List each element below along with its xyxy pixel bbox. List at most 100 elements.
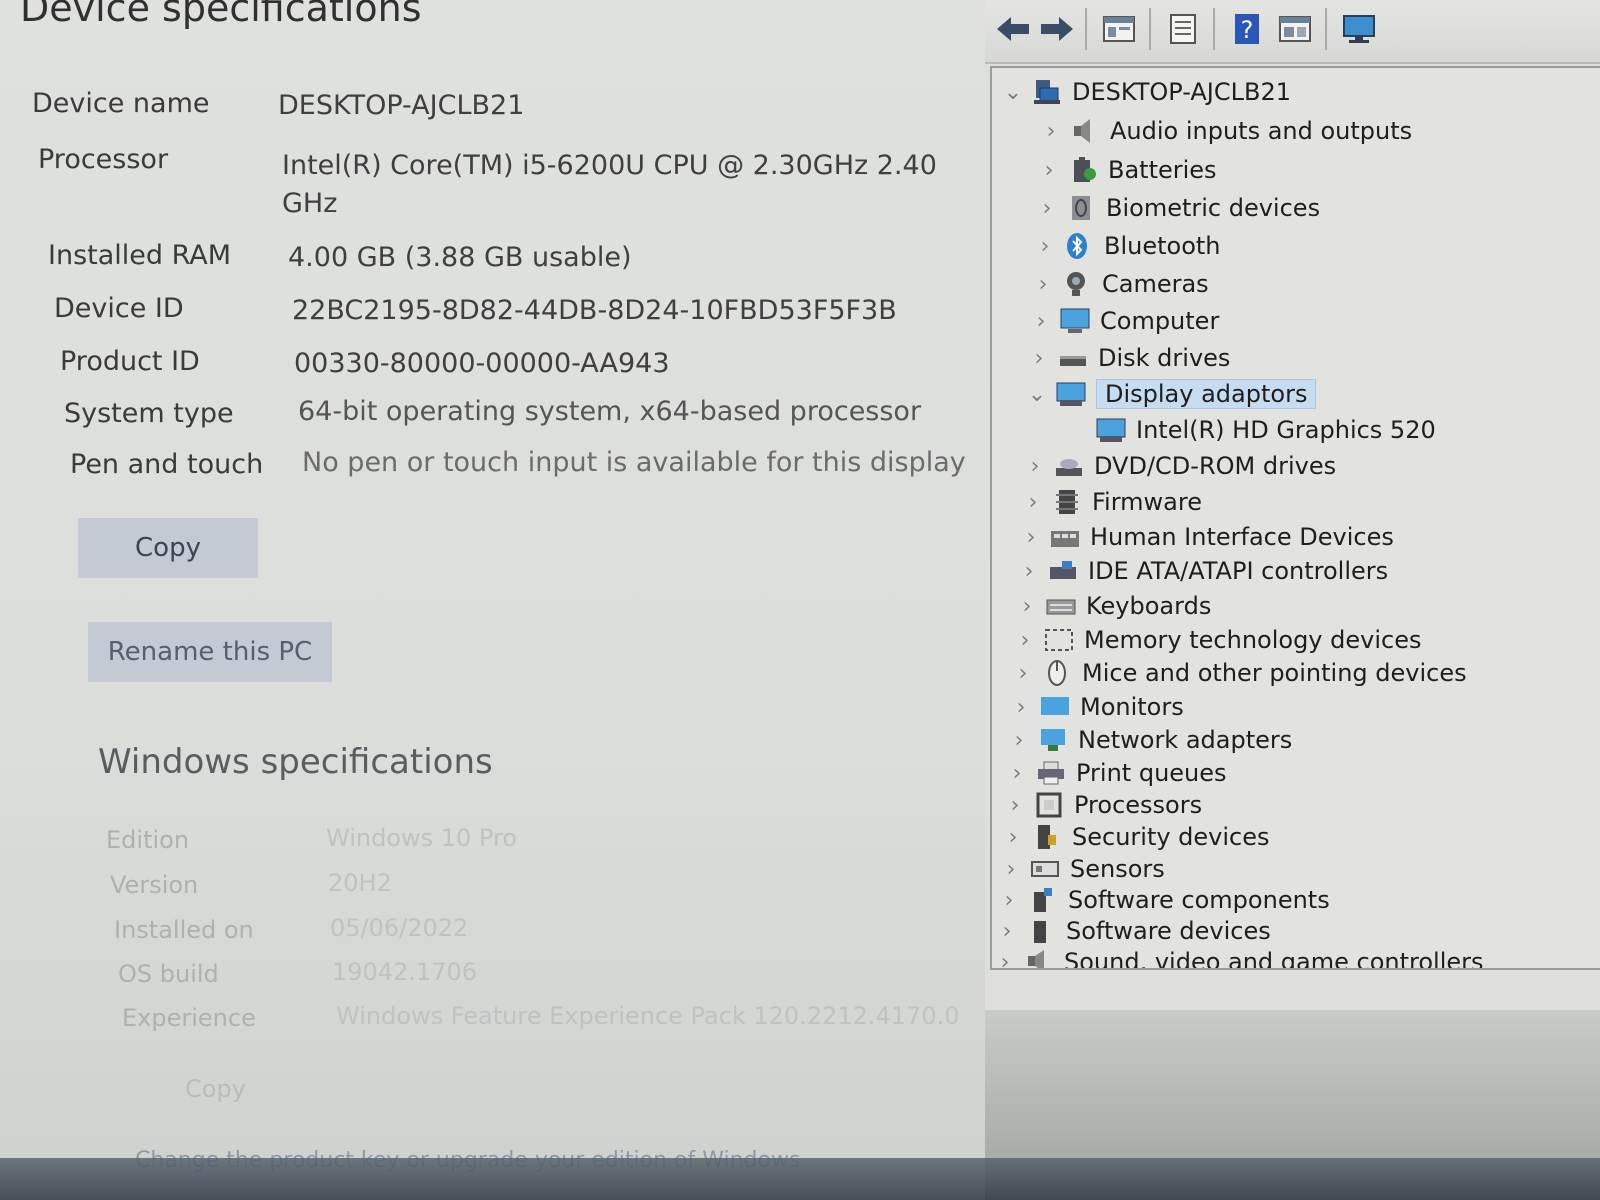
chevron-right-icon[interactable]: › [1030, 309, 1052, 334]
spec-value: 22BC2195-8D82-44DB-8D24-10FBD53F5F3B [292, 295, 897, 326]
tree-node-intel-hd-graphics[interactable]: Intel(R) HD Graphics 520 [1096, 412, 1436, 448]
back-icon[interactable] [993, 10, 1033, 48]
chevron-right-icon[interactable]: › [1034, 234, 1056, 259]
tree-node-firmware[interactable]: › Firmware [1022, 484, 1202, 520]
spec-label: Edition [106, 826, 190, 854]
toolbar-separator [1325, 8, 1327, 50]
node-label: Print queues [1076, 759, 1227, 787]
tree-node-disk-drives[interactable]: › Disk drives [1028, 340, 1231, 376]
copy-button[interactable]: Copy [78, 518, 258, 578]
spec-value: 20H2 [328, 869, 392, 897]
chevron-right-icon[interactable]: › [1022, 490, 1044, 515]
node-label: Bluetooth [1104, 232, 1221, 260]
spec-label: Version [110, 871, 199, 899]
node-label: Software components [1068, 886, 1330, 914]
monitor-icon[interactable] [1339, 10, 1379, 48]
tree-node-ide[interactable]: › IDE ATA/ATAPI controllers [1018, 553, 1389, 589]
tree-node-bluetooth[interactable]: › Bluetooth [1034, 228, 1221, 264]
tree-root-node[interactable]: ⌄ DESKTOP-AJCLB21 [1002, 74, 1291, 110]
chevron-right-icon[interactable]: › [1006, 761, 1028, 786]
tree-node-memory-tech[interactable]: › Memory technology devices [1014, 622, 1422, 658]
spec-label: Pen and touch [70, 449, 264, 480]
chevron-right-icon[interactable]: › [998, 888, 1020, 913]
tree-node-mice[interactable]: › Mice and other pointing devices [1012, 655, 1467, 691]
security-device-icon [1032, 823, 1062, 851]
sound-video-icon [1024, 948, 1054, 968]
chevron-right-icon[interactable]: › [1002, 825, 1024, 850]
camera-icon [1062, 270, 1092, 298]
windows-copy-button[interactable]: Copy [185, 1075, 246, 1103]
fingerprint-icon [1066, 194, 1096, 222]
chevron-right-icon[interactable]: › [996, 919, 1018, 944]
tree-node-processors[interactable]: › Processors [1004, 787, 1203, 823]
chevron-right-icon[interactable]: › [1028, 346, 1050, 371]
tree-node-audio[interactable]: › Audio inputs and outputs [1040, 113, 1413, 149]
device-manager-toolbar: ? [985, 0, 1600, 64]
tree-node-display-adaptors[interactable]: ⌄ Display adaptors [1026, 376, 1317, 412]
chevron-right-icon[interactable]: › [1040, 119, 1062, 144]
node-label: Software devices [1066, 917, 1271, 945]
network-adapter-icon [1038, 726, 1068, 754]
chevron-right-icon[interactable]: › [1010, 695, 1032, 720]
spec-value: 64-bit operating system, x64-based proce… [298, 396, 922, 427]
chevron-right-icon[interactable]: › [1020, 525, 1042, 550]
windows-specs-heading: Windows specifications [98, 742, 493, 782]
properties-view-icon[interactable] [1099, 10, 1139, 48]
chevron-right-icon[interactable]: › [1008, 728, 1030, 753]
node-label: Human Interface Devices [1090, 523, 1394, 551]
chevron-right-icon[interactable]: › [1004, 793, 1026, 818]
tree-node-monitors[interactable]: › Monitors [1010, 689, 1184, 725]
properties-icon[interactable] [1163, 10, 1203, 48]
chevron-right-icon[interactable]: › [1018, 559, 1040, 584]
chevron-right-icon[interactable]: › [1036, 196, 1058, 221]
node-label: Intel(R) HD Graphics 520 [1136, 416, 1436, 444]
device-manager-window: ? ⌄ DESKTOP-AJCLB21 › Audio inputs and o… [985, 0, 1600, 1200]
tree-node-batteries[interactable]: › Batteries [1038, 152, 1217, 188]
chevron-right-icon[interactable]: › [1038, 158, 1060, 183]
help-icon[interactable]: ? [1227, 10, 1267, 48]
spec-label: Installed on [114, 916, 254, 944]
show-hidden-icon[interactable] [1275, 10, 1315, 48]
tree-node-computer[interactable]: › Computer [1030, 303, 1220, 339]
tree-node-network[interactable]: › Network adapters [1008, 722, 1293, 758]
tree-node-biometric[interactable]: › Biometric devices [1036, 190, 1320, 226]
chevron-right-icon[interactable]: › [1014, 628, 1036, 653]
chevron-right-icon[interactable]: › [1000, 857, 1022, 882]
node-label: Keyboards [1086, 592, 1212, 620]
spec-value: 19042.1706 [332, 958, 478, 986]
node-label: Biometric devices [1106, 194, 1321, 222]
tree-node-print-queues[interactable]: › Print queues [1006, 755, 1227, 791]
rename-pc-button[interactable]: Rename this PC [88, 622, 332, 682]
spec-value-continued: GHz [282, 188, 338, 219]
chevron-down-icon[interactable]: ⌄ [1026, 382, 1048, 407]
chevron-right-icon[interactable]: › [1012, 661, 1034, 686]
tree-node-hid[interactable]: › Human Interface Devices [1020, 519, 1394, 555]
chevron-right-icon[interactable]: › [1024, 454, 1046, 479]
chevron-down-icon[interactable]: ⌄ [1002, 80, 1024, 105]
node-label: Security devices [1072, 823, 1270, 851]
chevron-right-icon[interactable]: › [1032, 272, 1054, 297]
node-label: Cameras [1102, 270, 1209, 298]
toolbar-separator [1149, 8, 1151, 50]
tree-node-keyboards[interactable]: › Keyboards [1016, 588, 1212, 624]
spec-value: Windows 10 Pro [326, 824, 518, 852]
tree-node-dvd[interactable]: › DVD/CD-ROM drives [1024, 448, 1337, 484]
tree-node-cameras[interactable]: › Cameras [1032, 266, 1209, 302]
computer-root-icon [1032, 78, 1062, 106]
chevron-right-icon[interactable]: › [1016, 594, 1038, 619]
firmware-icon [1052, 488, 1082, 516]
node-label: IDE ATA/ATAPI controllers [1088, 557, 1389, 585]
chevron-right-icon[interactable]: › [994, 950, 1016, 969]
toolbar-separator [1213, 8, 1215, 50]
spec-value: Windows Feature Experience Pack 120.2212… [336, 1002, 960, 1030]
spec-value: DESKTOP-AJCLB21 [278, 90, 525, 121]
node-label: DVD/CD-ROM drives [1094, 452, 1337, 480]
tree-node-sound-video[interactable]: › Sound, video and game controllers [994, 944, 1484, 969]
toolbar-separator [1085, 8, 1087, 50]
tree-node-security[interactable]: › Security devices [1002, 819, 1270, 855]
computer-icon [1060, 307, 1090, 335]
forward-icon[interactable] [1037, 10, 1077, 48]
monitor-icon [1040, 693, 1070, 721]
dvd-drive-icon [1054, 452, 1084, 480]
sensor-icon [1030, 855, 1060, 883]
